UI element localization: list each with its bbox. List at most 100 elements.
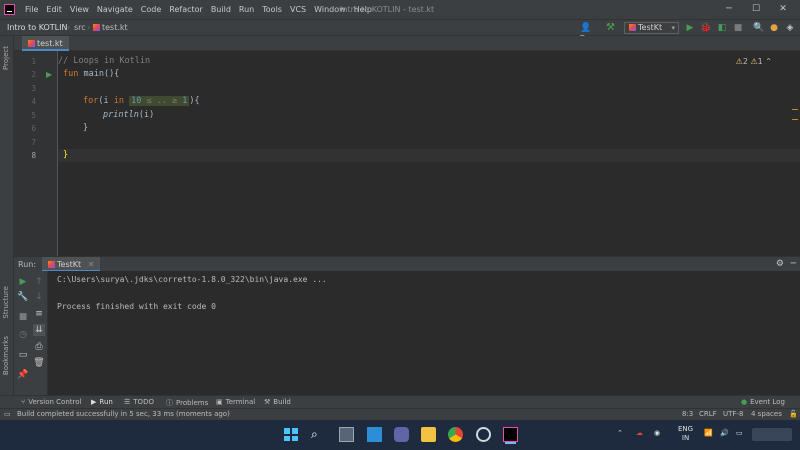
structure-tool-button[interactable]: Structure: [2, 286, 10, 319]
teams-chat-icon[interactable]: [394, 427, 409, 442]
menu-code[interactable]: Code: [141, 5, 161, 14]
scrollbar-warning-marker[interactable]: [792, 109, 798, 110]
camera-icon[interactable]: ◉: [654, 429, 660, 437]
breadcrumb-file[interactable]: test.kt: [93, 23, 128, 32]
tool-tab-run[interactable]: ▶ Run: [91, 398, 113, 406]
build-hammer-icon[interactable]: ⚒: [606, 22, 615, 33]
menu-build[interactable]: Build: [211, 5, 231, 14]
gutter-run-icon[interactable]: ▶: [46, 70, 52, 79]
hide-panel-icon[interactable]: ─: [791, 259, 796, 269]
scroll-to-end-icon[interactable]: ⇊: [33, 324, 45, 336]
arrow-down-icon[interactable]: ↓: [33, 291, 45, 303]
clock-area[interactable]: [752, 428, 792, 441]
editor-tab-test-kt[interactable]: test.kt: [22, 36, 69, 51]
soft-wrap-icon[interactable]: ≡: [33, 308, 45, 320]
scrollbar-warning-marker[interactable]: [792, 119, 798, 120]
run-panel-label: Run:: [18, 260, 37, 269]
weak-warning-icon: ⚠: [750, 57, 758, 66]
status-message[interactable]: Build completed successfully in 5 sec, 3…: [17, 410, 230, 418]
close-tab-icon[interactable]: ✕: [88, 260, 95, 269]
pin-icon[interactable]: 📌: [17, 369, 29, 381]
chevron-up-icon: ⌃: [765, 57, 772, 66]
keyword-fun: fun: [63, 69, 79, 79]
stop-icon[interactable]: ■: [17, 311, 29, 323]
layout-icon[interactable]: ▭: [17, 349, 29, 361]
arrow-up-icon[interactable]: ↑: [33, 276, 45, 288]
run-icon[interactable]: ▶: [684, 22, 696, 34]
play-icon: ▶: [91, 398, 97, 406]
volume-icon[interactable]: 🔊: [720, 429, 729, 437]
indent-setting[interactable]: 4 spaces: [751, 410, 782, 418]
menu-refactor[interactable]: Refactor: [169, 5, 203, 14]
rerun-icon[interactable]: ▶: [17, 276, 29, 288]
windows-start-icon[interactable]: [283, 427, 298, 442]
tool-tab-label: Run: [99, 398, 113, 406]
lang-line2: IN: [681, 434, 690, 442]
wrench-icon[interactable]: 🔧: [17, 291, 29, 303]
inspection-widget[interactable]: ⚠2 ⚠1 ⌃: [736, 57, 772, 66]
camera-icon[interactable]: ◷: [17, 329, 29, 341]
code-line-2: fun main(){: [63, 69, 119, 79]
gear-icon[interactable]: ⚙: [776, 259, 784, 269]
cloud-icon[interactable]: ☁: [636, 429, 643, 437]
menu-vcs[interactable]: VCS: [290, 5, 306, 14]
wifi-icon[interactable]: 📶: [704, 429, 713, 437]
maximize-icon[interactable]: ☐: [749, 3, 763, 15]
tool-tab-build[interactable]: ⚒ Build: [264, 398, 291, 406]
project-tool-button[interactable]: Project: [2, 46, 10, 70]
updates-icon[interactable]: ●: [768, 22, 780, 34]
trash-icon[interactable]: 🗑: [33, 357, 45, 369]
lock-icon[interactable]: 🔓: [789, 410, 798, 418]
menu-run[interactable]: Run: [239, 5, 254, 14]
breadcrumb-project[interactable]: Intro to KOTLIN: [7, 23, 67, 32]
bookmarks-tool-button[interactable]: Bookmarks: [2, 336, 10, 375]
code-editor[interactable]: // Loops in Kotlin fun main(){ for(i in …: [58, 51, 800, 256]
editor-tab-label: test.kt: [37, 39, 63, 48]
menu-tools[interactable]: Tools: [262, 5, 282, 14]
tool-tab-version-control[interactable]: ⑂ Version Control: [21, 398, 81, 406]
intellij-taskbar-icon[interactable]: [503, 427, 518, 442]
print-icon[interactable]: ⎙: [33, 341, 45, 353]
tool-tab-problems[interactable]: ⓘ Problems: [166, 398, 208, 408]
minimize-icon[interactable]: ─: [722, 3, 736, 15]
ide-logo-icon[interactable]: ◈: [784, 22, 796, 34]
battery-icon[interactable]: ▭: [736, 429, 743, 437]
menu-bar: File Edit View Navigate Code Refactor Bu…: [0, 0, 800, 19]
keyword-for: for: [83, 96, 99, 106]
loop-open: ){: [189, 96, 200, 106]
task-view-icon[interactable]: [339, 427, 354, 442]
run-console[interactable]: C:\Users\surya\.jdks\corretto-1.8.0_322\…: [48, 271, 800, 395]
search-icon[interactable]: ⌕: [311, 427, 326, 442]
tool-tab-terminal[interactable]: ▣ Terminal: [216, 398, 255, 406]
run-tab-testkt[interactable]: TestKt ✕: [42, 257, 101, 272]
file-explorer-icon[interactable]: [421, 427, 436, 442]
file-encoding[interactable]: UTF-8: [723, 410, 743, 418]
menu-view[interactable]: View: [70, 5, 89, 14]
menu-file[interactable]: File: [25, 5, 38, 14]
user-icon[interactable]: 👤▾: [580, 23, 592, 43]
breadcrumb-folder[interactable]: src: [74, 23, 86, 32]
chrome-icon[interactable]: [448, 427, 463, 442]
chevron-up-icon[interactable]: ⌃: [617, 429, 623, 437]
debug-icon[interactable]: 🐞: [700, 22, 712, 34]
run-configuration-selector[interactable]: TestKt ▾: [624, 22, 679, 34]
close-icon[interactable]: ✕: [776, 3, 790, 15]
code-line-1: // Loops in Kotlin: [58, 56, 151, 66]
menu-navigate[interactable]: Navigate: [97, 5, 133, 14]
tool-tab-label: Build: [273, 398, 291, 406]
line-separator[interactable]: CRLF: [699, 410, 717, 418]
search-icon[interactable]: 🔍: [753, 22, 765, 34]
language-indicator[interactable]: ENG IN: [678, 425, 693, 443]
widgets-icon[interactable]: [367, 427, 382, 442]
code-line-8: }: [63, 150, 69, 160]
stop-icon[interactable]: ■: [732, 22, 744, 34]
coverage-icon[interactable]: ◧: [716, 22, 728, 34]
tool-tab-event-log[interactable]: ● Event Log: [741, 398, 785, 406]
weak-warning-count: 1: [757, 57, 763, 66]
run-tool-header: Run: TestKt ✕ ⚙ ─: [14, 256, 800, 272]
tool-tab-todo[interactable]: ☰ TODO: [124, 398, 154, 406]
menu-edit[interactable]: Edit: [46, 5, 62, 14]
caret-position[interactable]: 8:3: [682, 410, 693, 418]
status-layout-icon[interactable]: ▭: [4, 410, 11, 418]
app-icon[interactable]: [476, 427, 491, 442]
